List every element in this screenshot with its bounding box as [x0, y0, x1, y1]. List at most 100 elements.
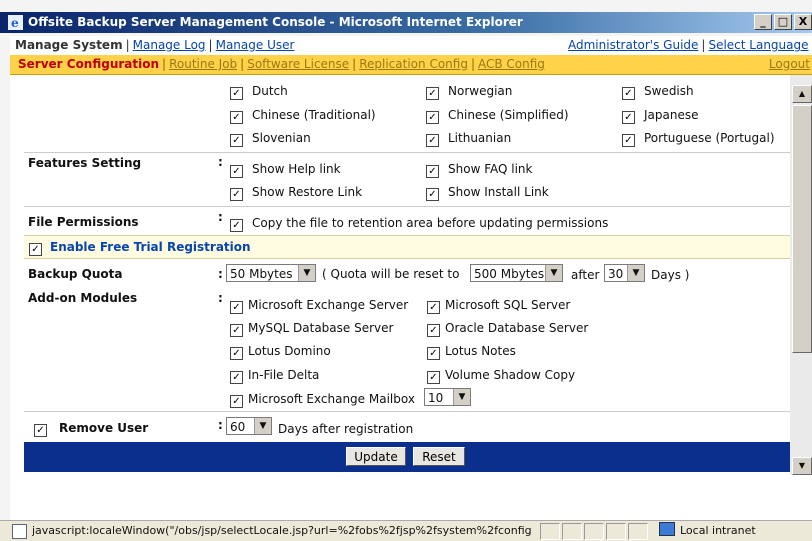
scroll-up-arrow-icon[interactable]: ▲: [792, 85, 812, 103]
language-option[interactable]: ✓ Slovenian: [230, 131, 311, 147]
tab-server-configuration[interactable]: Server Configuration: [18, 57, 159, 71]
minimize-button[interactable]: _: [754, 14, 772, 30]
scroll-down-arrow-icon[interactable]: ▼: [792, 457, 812, 475]
scroll-thumb[interactable]: [792, 105, 812, 353]
feature-label: Show FAQ link: [448, 162, 533, 176]
feature-option[interactable]: ✓ Show Install Link: [426, 185, 549, 201]
checkbox[interactable]: ✓: [230, 324, 243, 337]
checkbox[interactable]: ✓: [426, 165, 439, 178]
tab-replication-config[interactable]: Replication Config: [359, 57, 468, 71]
checkbox[interactable]: ✓: [427, 371, 440, 384]
page-icon: [12, 524, 27, 539]
tab-routine-job[interactable]: Routine Job: [169, 57, 237, 71]
module-option[interactable]: ✓ Oracle Database Server: [427, 321, 588, 337]
checkbox[interactable]: ✓: [230, 301, 243, 314]
feature-label: Show Restore Link: [252, 185, 363, 199]
language-option[interactable]: ✓ Chinese (Traditional): [230, 108, 376, 124]
chevron-down-icon: ▼: [453, 389, 470, 405]
menu-manage-log[interactable]: Manage Log: [133, 38, 206, 52]
tab-software-license[interactable]: Software License: [247, 57, 349, 71]
module-option[interactable]: ✓ Lotus Notes: [427, 344, 516, 360]
menu-separator: |: [240, 57, 245, 71]
language-option[interactable]: ✓ Japanese: [622, 108, 699, 124]
checkbox[interactable]: ✓: [230, 188, 243, 201]
remove-user-label: Remove User: [59, 421, 149, 435]
menu-manage-system[interactable]: Manage System: [15, 38, 123, 52]
reset-quota-select-value: 500 Mbytes: [474, 267, 545, 281]
status-pane: [540, 523, 560, 540]
language-option[interactable]: ✓ Norwegian: [426, 84, 512, 100]
divider: [24, 411, 790, 412]
menu-manage-user[interactable]: Manage User: [216, 38, 295, 52]
checkbox[interactable]: ✓: [230, 87, 243, 100]
feature-option[interactable]: ✓ Show Restore Link: [230, 185, 362, 201]
quota-select[interactable]: 50 Mbytes ▼: [226, 264, 316, 282]
checkbox[interactable]: ✓: [426, 188, 439, 201]
tab-acb-config[interactable]: ACB Config: [478, 57, 545, 71]
module-option[interactable]: ✓ Lotus Domino: [230, 344, 331, 360]
module-option[interactable]: ✓ Microsoft Exchange Server: [230, 298, 408, 314]
administrators-guide-link[interactable]: Administrator's Guide: [568, 38, 698, 52]
checkbox[interactable]: ✓: [426, 134, 439, 147]
checkbox[interactable]: ✓: [622, 134, 635, 147]
checkbox[interactable]: ✓: [426, 87, 439, 100]
checkbox[interactable]: ✓: [427, 301, 440, 314]
checkbox[interactable]: ✓: [230, 111, 243, 124]
close-button[interactable]: X: [794, 14, 812, 30]
checkbox[interactable]: ✓: [230, 371, 243, 384]
reset-button[interactable]: Reset: [413, 447, 465, 466]
module-option[interactable]: ✓ Microsoft Exchange Mailbox: [230, 392, 415, 408]
language-label: Norwegian: [448, 84, 513, 98]
remove-user-option[interactable]: ✓ Remove User: [34, 421, 148, 437]
remove-user-days-select[interactable]: 60 ▼: [226, 417, 272, 435]
language-option[interactable]: ✓ Lithuanian: [426, 131, 511, 147]
language-option[interactable]: ✓ Chinese (Simplified): [426, 108, 569, 124]
language-option[interactable]: ✓ Portuguese (Portugal): [622, 131, 775, 147]
free-trial-checkbox[interactable]: ✓: [29, 243, 42, 256]
maximize-button[interactable]: □: [774, 14, 792, 30]
mailbox-count-select[interactable]: 10 ▼: [424, 388, 471, 406]
checkbox[interactable]: ✓: [230, 219, 243, 232]
days-select[interactable]: 30 ▼: [604, 264, 645, 282]
language-label: Swedish: [644, 84, 694, 98]
checkbox[interactable]: ✓: [622, 87, 635, 100]
status-pane: [628, 523, 648, 540]
remove-user-checkbox[interactable]: ✓: [34, 424, 47, 437]
select-language-link[interactable]: Select Language: [708, 38, 808, 52]
file-permissions-option[interactable]: ✓ Copy the file to retention area before …: [230, 216, 608, 232]
module-label: Microsoft Exchange Server: [248, 298, 409, 312]
module-option[interactable]: ✓ In-File Delta: [230, 368, 319, 384]
content-area: ✓ Dutch ✓ Norwegian ✓ Swedish ✓ Chinese (Tra…: [10, 75, 800, 475]
vertical-scrollbar[interactable]: ▲ ▼: [790, 75, 812, 475]
colon: :: [218, 267, 223, 281]
feature-option[interactable]: ✓ Show FAQ link: [426, 162, 532, 178]
quota-reset-text: ( Quota will be reset to: [322, 267, 460, 281]
checkbox[interactable]: ✓: [230, 165, 243, 178]
reset-quota-select[interactable]: 500 Mbytes ▼: [470, 264, 563, 282]
security-zone-label: Local intranet: [680, 524, 756, 537]
checkbox[interactable]: ✓: [427, 347, 440, 360]
checkbox[interactable]: ✓: [426, 111, 439, 124]
free-trial-option[interactable]: ✓ Enable Free Trial Registration: [29, 240, 251, 256]
quota-select-value: 50 Mbytes: [230, 267, 293, 281]
checkbox[interactable]: ✓: [230, 395, 243, 408]
module-option[interactable]: ✓ Microsoft SQL Server: [427, 298, 570, 314]
language-option[interactable]: ✓ Dutch: [230, 84, 288, 100]
logout-link[interactable]: Logout: [769, 57, 810, 71]
update-button[interactable]: Update: [346, 447, 406, 466]
menu-separator: |: [701, 38, 706, 52]
form-action-bar: Update Reset: [24, 442, 790, 472]
language-option[interactable]: ✓ Swedish: [622, 84, 694, 100]
checkbox[interactable]: ✓: [427, 324, 440, 337]
checkbox[interactable]: ✓: [230, 134, 243, 147]
module-option[interactable]: ✓ MySQL Database Server: [230, 321, 393, 337]
file-permissions-text: Copy the file to retention area before u…: [252, 216, 609, 230]
checkbox[interactable]: ✓: [622, 111, 635, 124]
status-pane: [606, 523, 626, 540]
chevron-down-icon: ▼: [545, 265, 562, 281]
module-label: Microsoft Exchange Mailbox: [248, 392, 415, 406]
feature-option[interactable]: ✓ Show Help link: [230, 162, 341, 178]
module-option[interactable]: ✓ Volume Shadow Copy: [427, 368, 575, 384]
checkbox[interactable]: ✓: [230, 347, 243, 360]
status-bar: javascript:localeWindow("/obs/jsp/select…: [0, 520, 812, 541]
